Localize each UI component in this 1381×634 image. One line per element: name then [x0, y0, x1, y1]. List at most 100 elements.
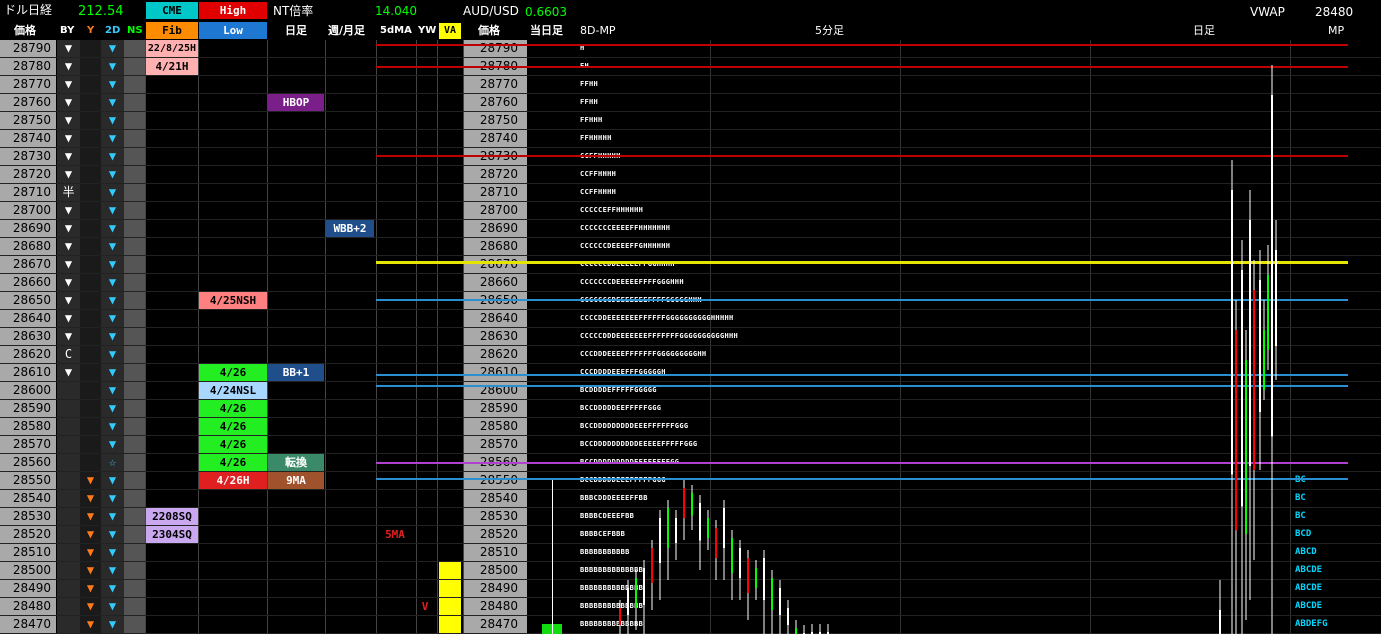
- price-cell: 28720: [0, 166, 56, 183]
- y-marker: [80, 436, 101, 453]
- weekly-label-wbb2: WBB+2: [326, 220, 374, 237]
- by-marker: [57, 454, 80, 471]
- y-marker: [80, 112, 101, 129]
- y-marker: [80, 256, 101, 273]
- candle-body: [771, 578, 773, 610]
- col-today: 当日足: [530, 24, 563, 37]
- low-label[interactable]: Low: [199, 22, 267, 39]
- price-cell-2: 28690: [464, 220, 522, 237]
- 2d-marker: ▼: [108, 563, 117, 577]
- price-cell: 28470: [0, 616, 56, 633]
- col-y: Y: [87, 25, 95, 36]
- y-marker: [80, 130, 101, 147]
- 2d-marker: ▼: [108, 581, 117, 595]
- price-cell: 28530: [0, 508, 56, 525]
- daily-label-9ma: 9MA: [268, 472, 324, 489]
- top-header: ドル日経 212.54 CME High Fib Low NT倍率 14.040…: [0, 0, 1381, 40]
- by-marker: [57, 544, 80, 561]
- candle-body: [795, 628, 797, 634]
- price-cell: 28760: [0, 94, 56, 111]
- vwap-value: 28480: [1315, 5, 1354, 19]
- price-cell: 28570: [0, 436, 56, 453]
- high-label[interactable]: High: [199, 2, 267, 19]
- candle-body: [715, 528, 717, 558]
- y-marker: [80, 364, 101, 381]
- by-marker: ▼: [64, 113, 73, 127]
- price-cell-2: 28700: [464, 202, 522, 219]
- y-marker: [80, 292, 101, 309]
- by-marker: [57, 418, 80, 435]
- y-marker: [80, 382, 101, 399]
- price-cell-2: 28470: [464, 616, 522, 633]
- y-marker: [80, 94, 101, 111]
- price-cell-2: 28500: [464, 562, 522, 579]
- ma5-label: 5MA: [385, 528, 405, 541]
- 2d-marker: ▼: [108, 113, 117, 127]
- candle-body: [635, 578, 637, 608]
- y-marker: [80, 400, 101, 417]
- 2d-marker: ▼: [108, 77, 117, 91]
- candle-body: [627, 588, 629, 615]
- by-marker: [57, 526, 80, 543]
- price-cell-2: 28790: [464, 40, 522, 57]
- price-cell-2: 28770: [464, 76, 522, 93]
- aud-usd-value: 0.6603: [525, 5, 567, 19]
- fib-label-2: 4/21H: [146, 58, 198, 75]
- candle-body: [731, 538, 733, 573]
- price-cell-2: 28710: [464, 184, 522, 201]
- candle-body: [1219, 610, 1221, 634]
- fib-label[interactable]: Fib: [146, 22, 198, 39]
- 2d-marker: ▼: [108, 293, 117, 307]
- 2d-marker: ▼: [108, 617, 117, 631]
- nt-ratio-value: 14.040: [375, 4, 417, 18]
- price-cell: 28510: [0, 544, 56, 561]
- price-cell: 28520: [0, 526, 56, 543]
- by-marker: ▼: [64, 203, 73, 217]
- price-cell: 28740: [0, 130, 56, 147]
- y-marker: [80, 238, 101, 255]
- hl-label-4-24nsl: 4/24NSL: [199, 382, 267, 399]
- price-cell-2: 28530: [464, 508, 522, 525]
- price-cell: 28590: [0, 400, 56, 417]
- col-daily-2: 日足: [1193, 24, 1215, 37]
- candle-body: [643, 568, 645, 605]
- price-cell: 28730: [0, 148, 56, 165]
- instrument-name: ドル日経: [4, 3, 53, 17]
- by-marker: ▼: [64, 167, 73, 181]
- by-marker: ▼: [64, 239, 73, 253]
- price-cell: 28580: [0, 418, 56, 435]
- 2d-marker: ▼: [108, 509, 117, 523]
- 2d-marker: ▼: [108, 347, 117, 361]
- price-cell-2: 28490: [464, 580, 522, 597]
- candle-body: [1271, 95, 1273, 437]
- 2d-marker: ▼: [108, 329, 117, 343]
- daily-label-tenkan: 転換: [268, 454, 324, 471]
- candle-body: [1259, 280, 1261, 412]
- candle-body: [707, 518, 709, 538]
- col-5min: 5分足: [815, 24, 844, 37]
- col-mp: MP: [1328, 24, 1345, 37]
- nt-ratio-label: NT倍率: [273, 4, 314, 18]
- y-marker: [80, 58, 101, 75]
- candle-body: [1235, 330, 1237, 531]
- candle-body: [1245, 360, 1247, 534]
- candle-body: [747, 558, 749, 593]
- 2d-marker: ▼: [108, 311, 117, 325]
- 2d-marker: ☆: [108, 455, 117, 469]
- price-ladder: 28790 ▼ ▼ 28790 H 28780 ▼ ▼ 28780 FH 287…: [0, 40, 1381, 634]
- price-cell: 28490: [0, 580, 56, 597]
- y-marker: [80, 220, 101, 237]
- by-marker: ▼: [64, 95, 73, 109]
- 2d-marker: ▼: [108, 221, 117, 235]
- price-cell: 28680: [0, 238, 56, 255]
- price-cell-2: 28760: [464, 94, 522, 111]
- y-marker: [80, 454, 101, 471]
- price-cell-2: 28670: [464, 256, 522, 273]
- candle-body: [1249, 220, 1251, 466]
- cme-label[interactable]: CME: [146, 2, 198, 19]
- y-marker: ▼: [86, 563, 95, 577]
- candle-body: [675, 518, 677, 543]
- candle-body: [723, 508, 725, 548]
- by-marker: ▼: [64, 221, 73, 235]
- by-marker: ▼: [64, 275, 73, 289]
